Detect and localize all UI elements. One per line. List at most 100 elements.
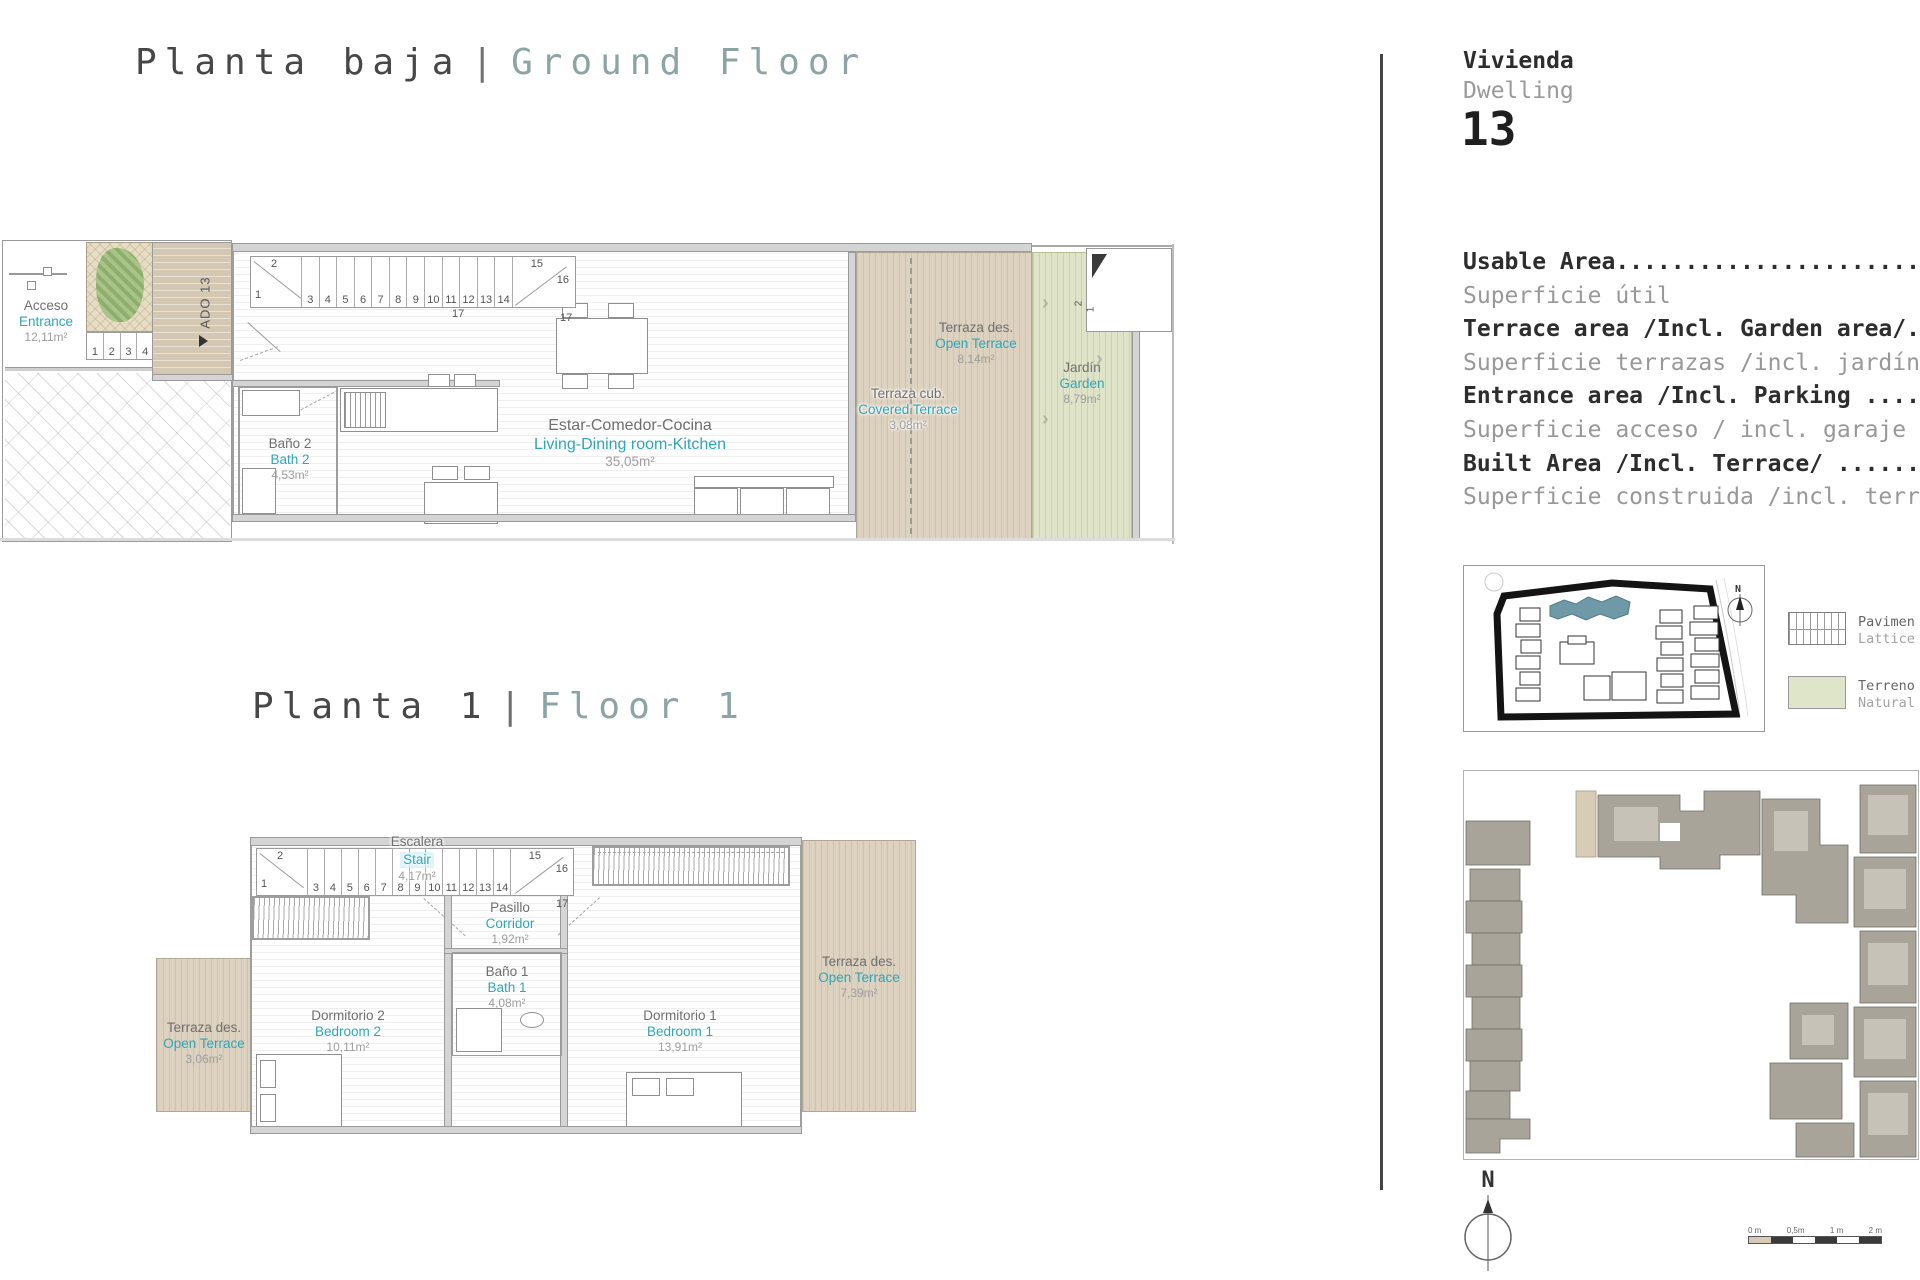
dwelling-label-es: Vivienda	[1463, 48, 1574, 74]
entry-step-number: 2	[104, 333, 121, 359]
sofa-back	[694, 476, 834, 488]
room-label-terrace-right: Terraza des. Open Terrace 7,39m²	[806, 954, 912, 1001]
title-en: Ground Floor	[511, 42, 868, 83]
room-label-bath1: Baño 1 Bath 1 4,08m²	[456, 964, 558, 1011]
spec-line-bold: Entrance area /Incl. Parking ...........…	[1463, 383, 1920, 410]
stair-step-number: 2	[277, 850, 284, 862]
stair-step-number: 14	[494, 849, 512, 895]
room-name-en: Covered Terrace	[858, 402, 958, 418]
room-name-en: Open Terrace	[818, 970, 900, 986]
development-site-plan	[1463, 770, 1919, 1160]
entry-fixture	[27, 281, 36, 290]
room-label-open-terrace: Terraza des. Open Terrace 8,14m²	[918, 320, 1034, 367]
stair-step-number: 4	[320, 257, 338, 307]
stair-step-number: 10	[425, 257, 443, 307]
room-name-en: Living-Dining room-Kitchen	[533, 436, 727, 454]
gate-symbol	[9, 273, 67, 275]
kitchen-sink	[344, 392, 386, 428]
room-area: 4,08m²	[488, 996, 526, 1011]
stair-step-number: 12	[460, 257, 478, 307]
entry-fixture	[43, 267, 52, 276]
room-name-en: Corridor	[485, 916, 535, 932]
legend-label-en: Lattice	[1858, 631, 1915, 647]
floor1-title: Planta 1 | Floor 1	[252, 686, 747, 727]
site-map-drawing: N	[1484, 572, 1753, 721]
room-name-en: Stair	[400, 852, 434, 869]
room-area: 4,53m²	[271, 468, 309, 483]
natural-ground-swatch	[1788, 676, 1846, 709]
north-compass-icon: N	[1462, 1168, 1514, 1278]
direction-chevron-icon: ›	[1042, 408, 1049, 430]
room-name-en: Open Terrace	[163, 1036, 245, 1052]
room-name-en: Entrance	[18, 314, 74, 330]
spec-line-light: Superficie terrazas /incl. jardín/	[1463, 349, 1920, 376]
direction-chevron-icon: ›	[1042, 292, 1049, 314]
room-name-en: Bath 2	[270, 452, 310, 468]
stair-step-number: 17	[560, 312, 573, 324]
stair-step-number: 11	[443, 257, 461, 307]
stair-step-number: 5	[337, 257, 355, 307]
dining-chair	[562, 374, 588, 389]
highlighted-building	[1549, 595, 1631, 621]
scale-label: 1 m	[1829, 1226, 1844, 1235]
room-label-terrace-left: Terraza des. Open Terrace 3,06m²	[158, 1020, 250, 1067]
ground-floor-plan: 1234 Acceso Entrance 12,11m² ADO 13 3456…	[0, 228, 1180, 548]
spec-line-light: Superficie útil	[1463, 282, 1671, 309]
room-area: 8,14m²	[957, 352, 995, 367]
plant-icon	[96, 248, 144, 322]
ado-corridor: ADO 13	[152, 242, 232, 376]
stair-step-number: 17	[452, 308, 465, 320]
washbasin	[520, 1012, 544, 1028]
room-name-es: Dormitorio 1	[643, 1008, 717, 1023]
title-en: Floor 1	[539, 686, 747, 727]
pillow	[260, 1094, 276, 1122]
stair-step-number: 6	[355, 257, 373, 307]
wardrobe	[252, 896, 370, 940]
stair-step-number: 8	[390, 257, 408, 307]
shower	[456, 1008, 502, 1052]
room-name-es: Pasillo	[490, 900, 530, 915]
rear-step-number: 1	[1085, 306, 1097, 313]
stair-step-number: 16	[556, 274, 569, 286]
direction-arrow-icon	[199, 335, 208, 347]
stair-step-number: 1	[255, 289, 262, 301]
vanity	[242, 390, 300, 416]
room-label-stair: Escalera Stair 4,17m²	[352, 834, 482, 884]
room-area: 7,39m²	[840, 986, 878, 1001]
dining-table	[556, 318, 648, 374]
scale-bar-segments	[1748, 1236, 1882, 1244]
room-label-garden: Jardín Garden 8,79m²	[1036, 360, 1128, 407]
legend-item-lattice: Pavimen Lattice	[1788, 612, 1920, 652]
stair-step-number: 4	[325, 849, 342, 895]
room-label-bedroom1: Dormitorio 1 Bedroom 1 13,91m²	[618, 1008, 742, 1055]
room-label-covered-terrace: Terraza cub. Covered Terrace 3,08m²	[848, 386, 968, 433]
entry-step-number: 3	[121, 333, 138, 359]
pillow	[666, 1078, 694, 1096]
legend-label-es: Pavimen	[1858, 614, 1915, 630]
stair-step-number: 3	[302, 257, 320, 307]
room-name-es: Terraza cub.	[870, 386, 946, 401]
stair-step-number: 15	[528, 850, 541, 862]
room-name-es: Terraza des.	[166, 1020, 242, 1035]
room-name-es: Estar-Comedor-Cocina	[548, 417, 712, 434]
room-area: 1,92m²	[491, 932, 529, 947]
title-separator: |	[499, 686, 530, 727]
room-name-es: Jardín	[1063, 360, 1101, 375]
room-area: 13,91m²	[657, 1040, 703, 1055]
scale-label: 2 m	[1868, 1226, 1882, 1235]
scale-label: 0,5m	[1786, 1226, 1805, 1235]
dwelling-number: 13	[1461, 102, 1517, 156]
site-location-map: N	[1463, 565, 1765, 732]
gf-staircase: 3 4 5 6 7 8 9 10 11 12 13 14 2 1 15 16	[250, 256, 576, 308]
stair-step-number: 9	[407, 257, 426, 307]
floor1-plan: Terraza des. Open Terrace 3,06m² 3456789…	[0, 830, 1180, 1150]
dining-chair	[608, 374, 634, 389]
spec-line-bold: Terrace area /Incl. Garden area/........…	[1463, 316, 1920, 343]
legend-item-natural: Terreno Natural	[1788, 676, 1920, 716]
scale-label: 0 m	[1748, 1226, 1762, 1235]
stool	[432, 466, 458, 480]
ado-label: ADO 13	[197, 276, 213, 329]
north-compass-icon: N	[1727, 584, 1753, 626]
room-name-es: Terraza des.	[821, 954, 897, 969]
north-label: N	[1481, 1168, 1495, 1193]
